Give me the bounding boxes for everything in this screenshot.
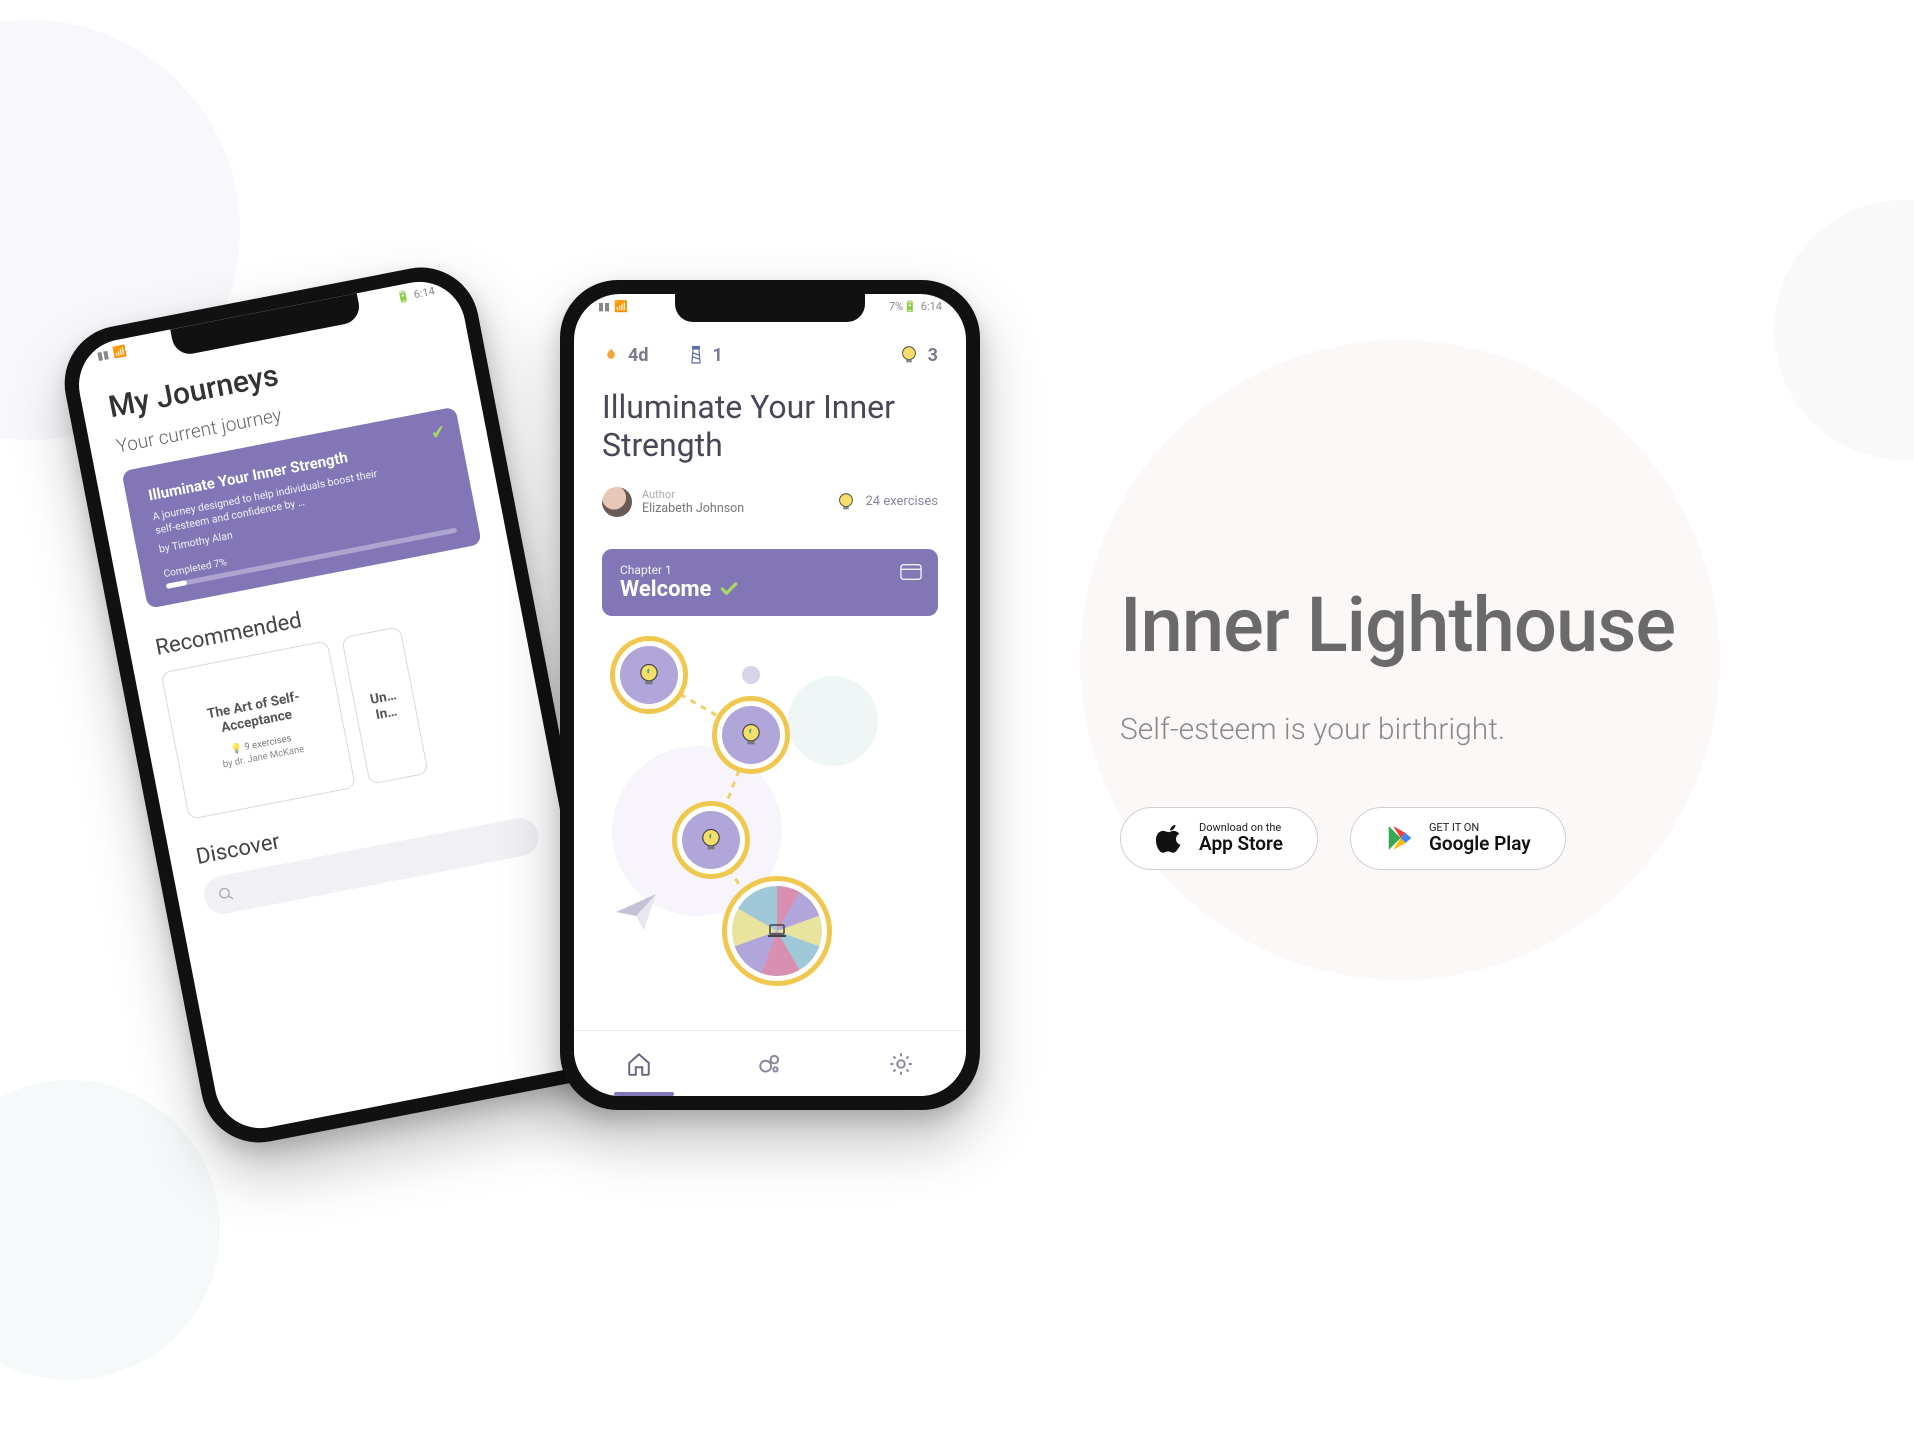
bg-decoration — [1774, 200, 1914, 460]
tab-indicator — [614, 1092, 674, 1096]
exercise-node[interactable] — [672, 801, 750, 879]
bulb-icon — [737, 721, 765, 749]
bulb-icon — [898, 344, 920, 366]
chapter-card[interactable]: Chapter 1 Welcome — [602, 549, 938, 616]
check-icon: ✔ — [429, 421, 448, 444]
card-title: The Art of Self-Acceptance — [183, 684, 327, 742]
search-icon — [217, 885, 236, 904]
exercise-node[interactable] — [712, 696, 790, 774]
store-line2: Google Play — [1429, 834, 1531, 855]
exercise-map — [602, 636, 938, 966]
google-play-button[interactable]: GET IT ON Google Play — [1350, 807, 1566, 870]
author-name: Elizabeth Johnson — [642, 501, 744, 516]
paper-plane-icon — [612, 888, 660, 936]
home-icon — [626, 1051, 652, 1077]
journey-title: Illuminate Your Inner Strength — [602, 388, 938, 465]
apple-icon — [1155, 823, 1185, 853]
card-title: Un… In… — [367, 687, 403, 725]
bulb-icon — [697, 826, 725, 854]
exercise-count: 24 exercises — [865, 494, 938, 509]
phone-mockup-journeys: ▮▮📶 🔋6:14 My Journeys Your current journ… — [55, 258, 626, 1153]
check-icon — [719, 579, 739, 599]
cards-icon — [900, 563, 922, 581]
bulb-icon: 💡 — [230, 743, 244, 756]
exercise-node-final[interactable] — [722, 876, 832, 986]
stat-streak: 4d — [602, 345, 648, 366]
flame-icon — [602, 346, 620, 364]
hero-section: Inner Lighthouse Self-esteem is your bir… — [1120, 580, 1840, 870]
laptop-icon — [765, 919, 789, 943]
phone-mockup-journey-detail: ▮▮📶 7%🔋6:14 4d 1 — [560, 280, 980, 1110]
gear-icon — [888, 1051, 914, 1077]
store-line2: App Store — [1199, 834, 1283, 855]
phone-notch — [675, 294, 865, 322]
recommended-card-partial[interactable]: Un… In… — [341, 626, 429, 785]
hero-title: Inner Lighthouse — [1120, 580, 1840, 670]
stat-lighthouse: 1 — [688, 345, 722, 366]
tab-home[interactable] — [626, 1051, 652, 1077]
bulb-icon — [835, 491, 857, 513]
author-avatar[interactable] — [602, 487, 632, 517]
bubbles-icon — [757, 1051, 783, 1077]
lighthouse-icon — [688, 345, 704, 365]
bg-decoration — [0, 1080, 220, 1380]
chapter-label: Chapter 1 — [620, 563, 920, 577]
tab-settings[interactable] — [888, 1051, 914, 1077]
exercise-node[interactable] — [610, 636, 688, 714]
hero-tagline: Self-esteem is your birthright. — [1120, 712, 1840, 747]
recommended-card[interactable]: The Art of Self-Acceptance 💡 9 exercises… — [161, 640, 356, 820]
author-label: Author — [642, 488, 744, 501]
app-store-button[interactable]: Download on the App Store — [1120, 807, 1318, 870]
tab-bar — [574, 1030, 966, 1096]
stat-bulbs: 3 — [898, 344, 938, 366]
chapter-title: Welcome — [620, 577, 711, 602]
bulb-icon — [635, 661, 663, 689]
tab-explore[interactable] — [757, 1051, 783, 1077]
google-play-icon — [1385, 823, 1415, 853]
